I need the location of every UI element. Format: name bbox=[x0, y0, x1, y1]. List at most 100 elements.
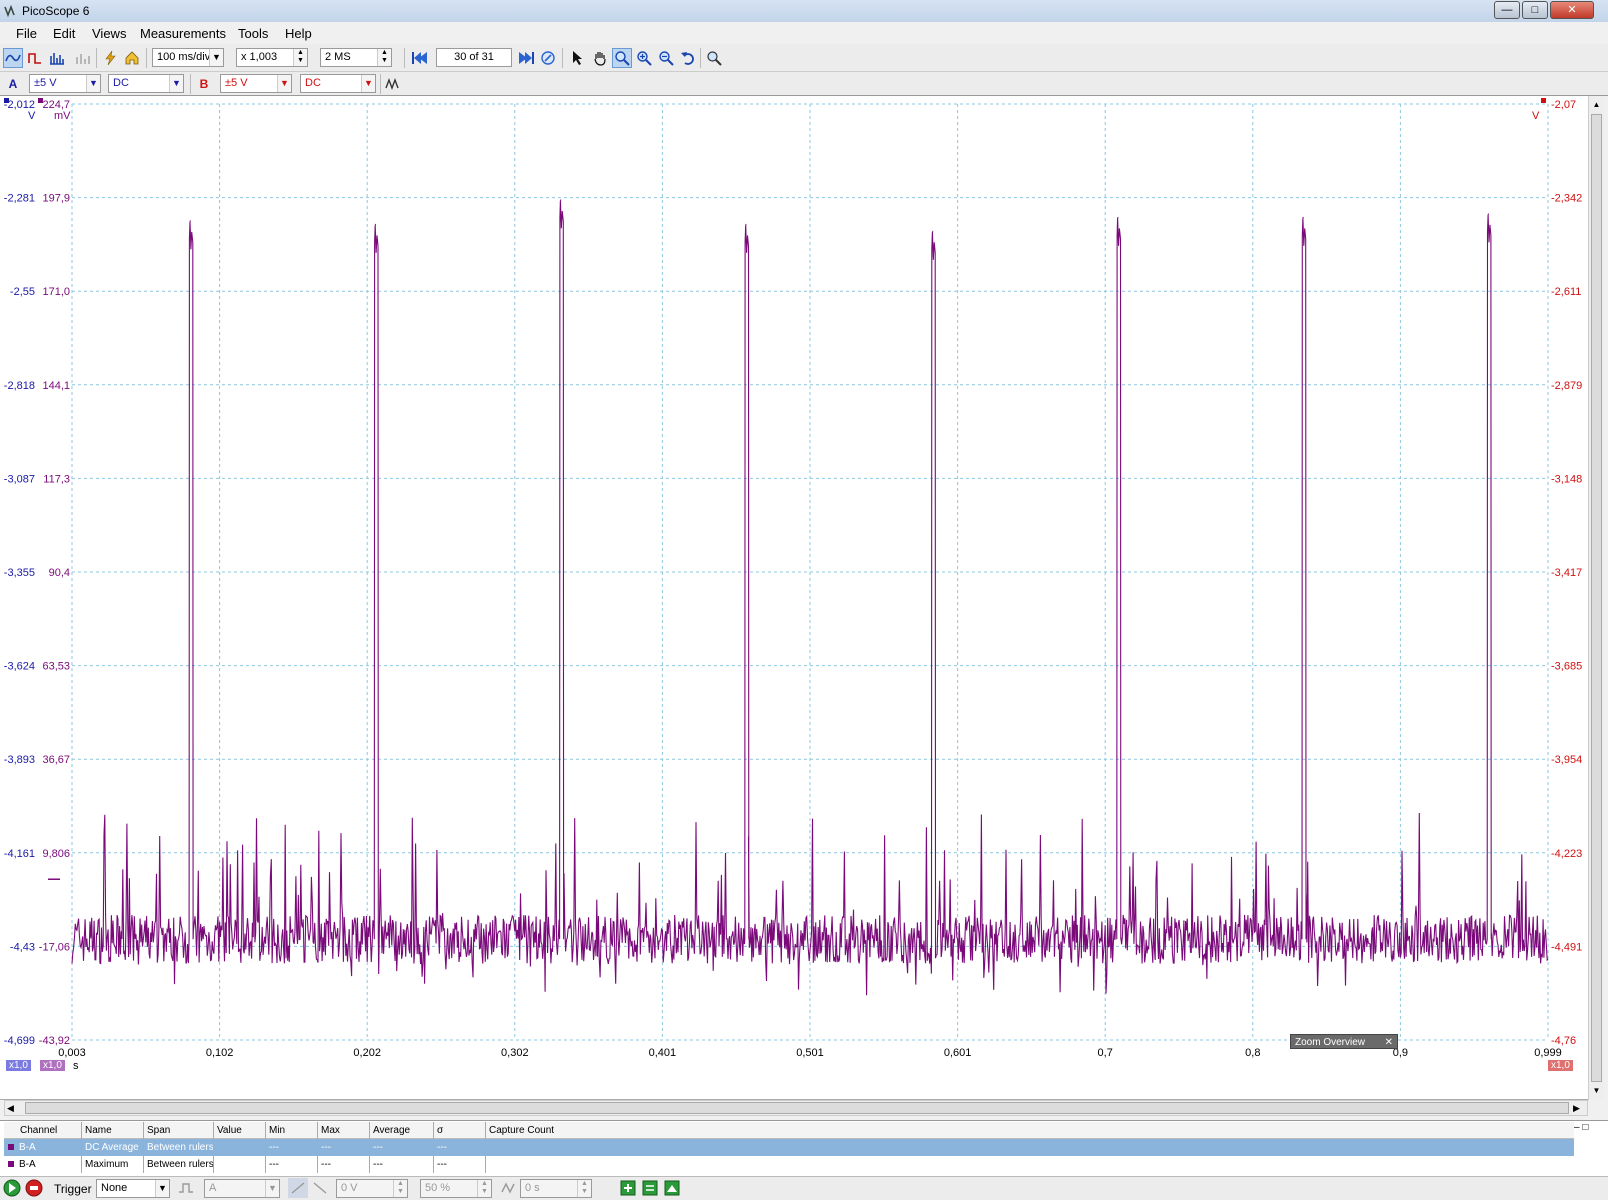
minimize-button[interactable]: — bbox=[1494, 1, 1520, 19]
remove-ruler-icon[interactable] bbox=[640, 1178, 660, 1198]
channel-b-range-select[interactable]: ±5 V ▼ bbox=[220, 74, 292, 93]
table-header: Channel Name Span Value Min Max Average … bbox=[4, 1122, 1574, 1139]
panel-minimize-icon[interactable]: – □ bbox=[1574, 1122, 1588, 1133]
x-axis-tick-label: 0,7 bbox=[1098, 1047, 1113, 1059]
zoom-overview-panel[interactable]: Zoom Overview ✕ bbox=[1290, 1034, 1398, 1049]
axis-math-tick-label: 144,1 bbox=[42, 380, 70, 392]
zoom-in-icon[interactable] bbox=[634, 48, 654, 68]
scroll-right-icon[interactable]: ▶ bbox=[1573, 1101, 1585, 1115]
next-buffer-icon[interactable] bbox=[516, 48, 536, 68]
axis-math-tick-label: 63,53 bbox=[42, 661, 70, 673]
buffer-navigator[interactable]: 30 of 31 bbox=[436, 48, 512, 67]
scroll-up-icon[interactable]: ▲ bbox=[1590, 98, 1603, 112]
chevron-down-icon: ▼ bbox=[361, 75, 375, 92]
scroll-thumb[interactable] bbox=[1591, 114, 1602, 1082]
header-sigma[interactable]: σ bbox=[434, 1122, 486, 1139]
trigger-source-select[interactable]: A ▼ bbox=[204, 1179, 280, 1198]
vertical-scrollbar[interactable]: ▲ ▼ bbox=[1588, 96, 1604, 1100]
header-min[interactable]: Min bbox=[266, 1122, 318, 1139]
start-capture-icon[interactable] bbox=[2, 1178, 22, 1198]
add-ruler-icon[interactable] bbox=[618, 1178, 638, 1198]
samples-input[interactable]: 2 MS ▲ ▼ bbox=[320, 48, 392, 67]
menu-edit[interactable]: Edit bbox=[53, 26, 75, 41]
scroll-down-icon[interactable]: ▼ bbox=[1590, 1084, 1603, 1098]
menu-file[interactable]: File bbox=[16, 26, 37, 41]
axis-a-tick-label: -2,55 bbox=[10, 286, 35, 298]
window-title: PicoScope 6 bbox=[22, 4, 90, 18]
horizontal-scrollbar[interactable]: ◀ ▶ bbox=[4, 1100, 1588, 1116]
falling-edge-icon[interactable] bbox=[310, 1178, 330, 1198]
zoom-math-badge[interactable]: x1,0 bbox=[40, 1060, 65, 1071]
math-channels-icon[interactable] bbox=[384, 74, 404, 94]
advanced-trigger-icon[interactable] bbox=[176, 1178, 196, 1198]
stop-capture-icon[interactable] bbox=[24, 1178, 44, 1198]
row-max: --- bbox=[318, 1156, 370, 1173]
close-button[interactable]: ✕ bbox=[1550, 1, 1594, 19]
axis-b-tick-label: -3,148 bbox=[1551, 473, 1582, 485]
threshold-input[interactable]: 0 V ▲ ▼ bbox=[336, 1179, 408, 1198]
edit-measurement-icon[interactable] bbox=[662, 1178, 682, 1198]
buffer-navigator-icon[interactable] bbox=[538, 48, 558, 68]
picoscope-app-icon bbox=[4, 4, 15, 18]
axis-math-unit: mV bbox=[54, 110, 71, 122]
table-row[interactable]: B-A Maximum Between rulers --- --- --- -… bbox=[4, 1156, 1574, 1173]
channel-a-options[interactable]: A bbox=[3, 74, 23, 94]
channel-a-range-select[interactable]: ±5 V ▼ bbox=[29, 74, 101, 93]
channel-color-icon bbox=[8, 1161, 14, 1167]
hand-tool-icon[interactable] bbox=[590, 48, 610, 68]
scope-mode-icon[interactable] bbox=[3, 48, 23, 68]
serial-decode-icon[interactable] bbox=[73, 48, 93, 68]
rising-edge-icon[interactable] bbox=[288, 1178, 308, 1198]
channel-b-options[interactable]: B bbox=[194, 74, 214, 94]
channel-b-coupling: DC bbox=[305, 77, 321, 89]
header-average[interactable]: Average bbox=[370, 1122, 434, 1139]
header-capture-count[interactable]: Capture Count bbox=[486, 1122, 1574, 1139]
channel-a-coupling-select[interactable]: DC ▼ bbox=[108, 74, 184, 93]
header-span[interactable]: Span bbox=[144, 1122, 214, 1139]
trigger-mode-select[interactable]: None ▼ bbox=[96, 1179, 170, 1198]
delay-icon[interactable] bbox=[498, 1178, 518, 1198]
scroll-thumb[interactable] bbox=[25, 1102, 1569, 1114]
scope-plot[interactable]: -2,012 224,7 -2,07-2,281 197,9 -2,342-2,55 17… bbox=[0, 96, 1588, 1100]
maximize-button[interactable]: □ bbox=[1522, 1, 1548, 19]
trigger-mode-value: None bbox=[101, 1182, 128, 1194]
row-max: --- bbox=[318, 1139, 370, 1156]
persistence-mode-icon[interactable] bbox=[25, 48, 45, 68]
zoom-tool-icon[interactable] bbox=[612, 48, 632, 68]
spectrum-mode-icon[interactable] bbox=[47, 48, 67, 68]
table-row[interactable]: B-A DC Average Between rulers --- --- --… bbox=[4, 1139, 1574, 1156]
menu-measurements[interactable]: Measurements bbox=[140, 26, 226, 41]
menu-views[interactable]: Views bbox=[92, 26, 126, 41]
first-buffer-icon[interactable] bbox=[410, 48, 430, 68]
samples-value: 2 MS bbox=[325, 51, 351, 63]
auto-setup-icon[interactable] bbox=[100, 48, 120, 68]
channel-b-coupling-select[interactable]: DC ▼ bbox=[300, 74, 376, 93]
header-name[interactable]: Name bbox=[82, 1122, 144, 1139]
zoom-out-icon[interactable] bbox=[656, 48, 676, 68]
zoom-b-badge[interactable]: x1,0 bbox=[1548, 1060, 1573, 1071]
row-value bbox=[214, 1156, 266, 1173]
close-icon[interactable]: ✕ bbox=[1385, 1035, 1393, 1050]
scroll-left-icon[interactable]: ◀ bbox=[7, 1101, 19, 1115]
axis-b-tick-label: -2,07 bbox=[1551, 99, 1576, 111]
delay-input[interactable]: 0 s ▲ ▼ bbox=[520, 1179, 592, 1198]
header-channel[interactable]: Channel bbox=[4, 1122, 82, 1139]
menu-tools[interactable]: Tools bbox=[238, 26, 268, 41]
header-max[interactable]: Max bbox=[318, 1122, 370, 1139]
zoom-overview-title: Zoom Overview bbox=[1295, 1037, 1366, 1048]
axis-a-unit: V bbox=[28, 110, 36, 122]
undo-zoom-icon[interactable] bbox=[678, 48, 698, 68]
x-axis-tick-label: 0,003 bbox=[58, 1047, 86, 1059]
x-axis-tick-label: 0,401 bbox=[649, 1047, 677, 1059]
pointer-tool-icon[interactable] bbox=[568, 48, 588, 68]
zoom-fit-icon[interactable] bbox=[704, 48, 724, 68]
zoom-a-badge[interactable]: x1,0 bbox=[6, 1060, 31, 1071]
menu-help[interactable]: Help bbox=[285, 26, 312, 41]
header-value[interactable]: Value bbox=[214, 1122, 266, 1139]
timebase-select[interactable]: 100 ms/div ▼ bbox=[152, 48, 224, 67]
zoom-factor-input[interactable]: x 1,003 ▲ ▼ bbox=[236, 48, 308, 67]
home-icon[interactable] bbox=[122, 48, 142, 68]
x-axis-unit: s bbox=[73, 1060, 79, 1072]
pretrigger-input[interactable]: 50 % ▲ ▼ bbox=[420, 1179, 492, 1198]
scope-view[interactable]: -2,012 224,7 -2,07 -2,281 197,9 -2,342 -2,55 17… bbox=[0, 96, 1588, 1100]
